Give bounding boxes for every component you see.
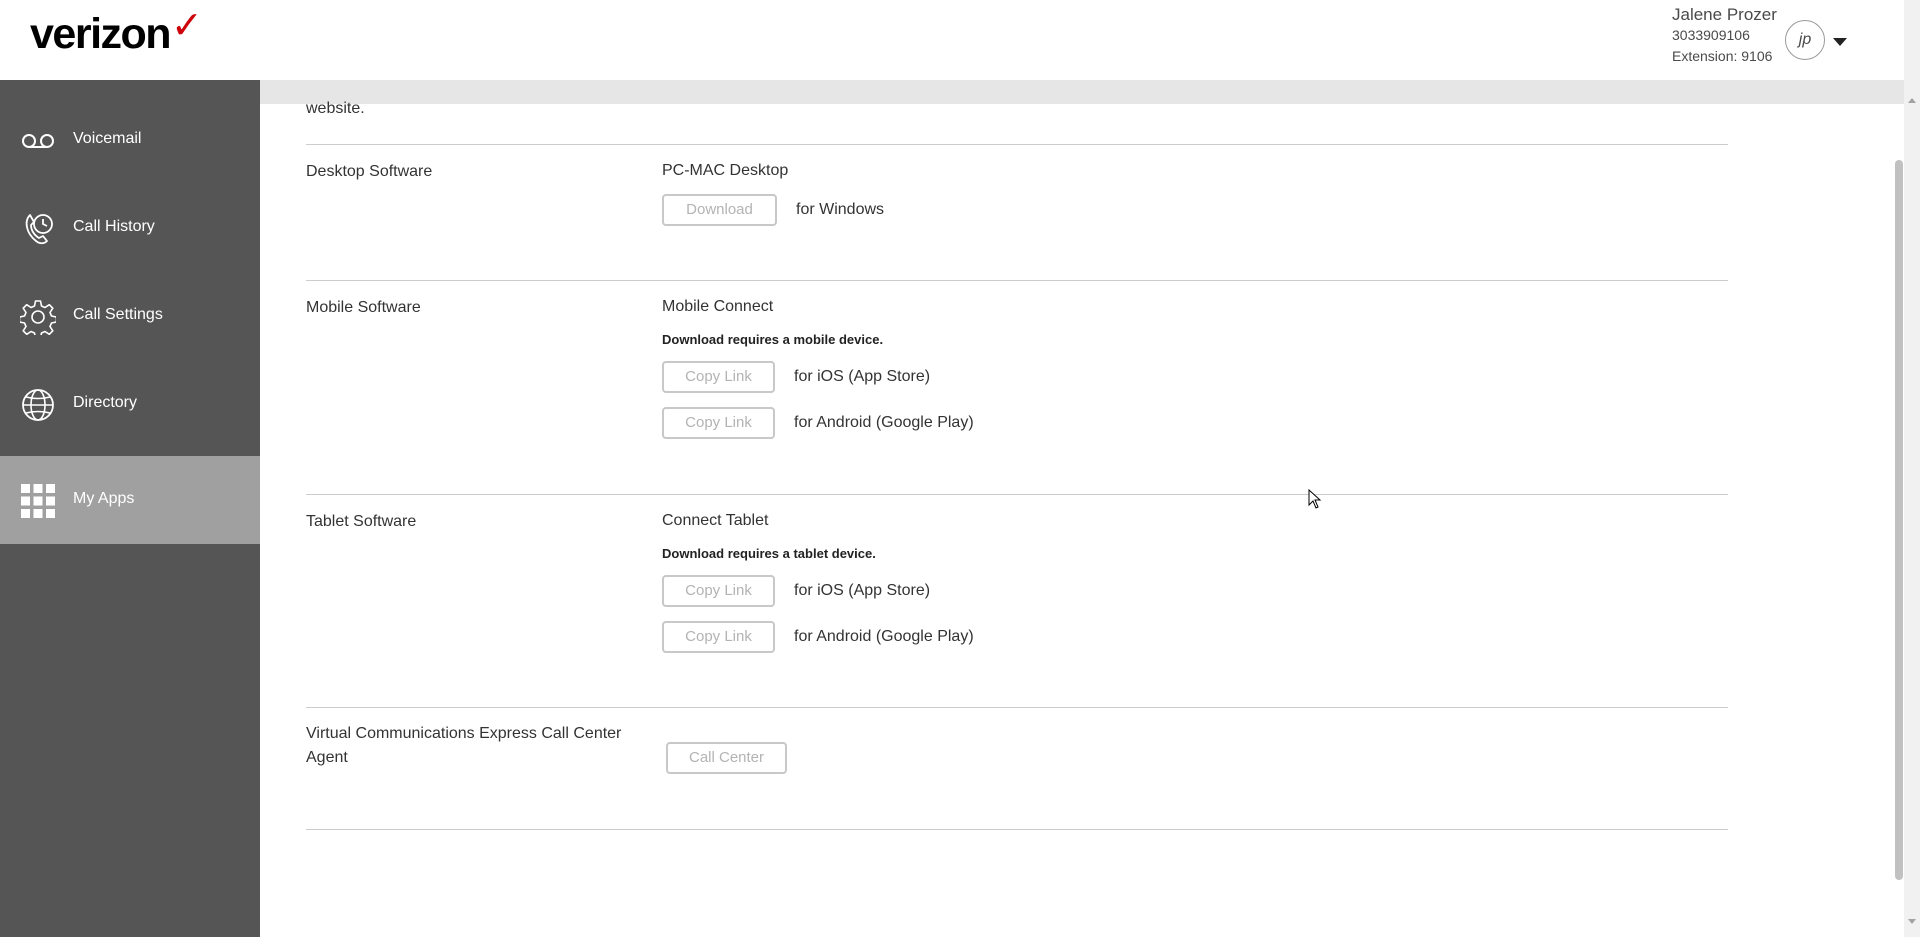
desktop-software-title: Desktop Software	[306, 163, 433, 180]
checkmark-icon: ✓	[171, 5, 203, 47]
sidebar-item-label: Voicemail	[73, 130, 142, 147]
apps-grid-icon	[21, 484, 55, 518]
desktop-download-button[interactable]: Download	[662, 194, 777, 226]
section-divider	[306, 280, 1728, 281]
sidebar-item-call-settings[interactable]: Call Settings	[0, 272, 260, 360]
mobile-product-name: Mobile Connect	[662, 298, 774, 315]
sidebar-item-directory[interactable]: Directory	[0, 360, 260, 448]
tablet-software-title: Tablet Software	[306, 513, 417, 530]
call-center-title: Virtual Communications Express Call Cent…	[306, 725, 622, 766]
sidebar-item-label: Call Settings	[73, 306, 163, 323]
sidebar-item-call-history[interactable]: Call History	[0, 184, 260, 272]
mobile-android-copy-link-button[interactable]: Copy Link	[662, 407, 775, 439]
mouse-pointer-icon	[1308, 489, 1322, 509]
verizon-logo[interactable]: verizon✓	[30, 5, 203, 59]
section-divider	[306, 707, 1728, 708]
content-top-band	[240, 80, 1904, 104]
call-center-button[interactable]: Call Center	[666, 742, 787, 774]
sidebar: Voicemail Call History Call Settings Dir…	[0, 80, 260, 937]
mobile-software-title: Mobile Software	[306, 299, 421, 316]
user-name: Jalene Prozer	[1672, 5, 1777, 24]
sidebar-item-label: Call History	[73, 218, 155, 235]
call-history-icon	[25, 214, 53, 245]
scroll-up-arrow-icon[interactable]	[1908, 98, 1916, 103]
tablet-requirement-note: Download requires a tablet device.	[662, 546, 876, 561]
mobile-android-label: for Android (Google Play)	[794, 414, 974, 431]
sidebar-item-voicemail[interactable]: Voicemail	[0, 96, 260, 184]
voicemail-icon	[22, 134, 54, 148]
tablet-ios-copy-link-button[interactable]: Copy Link	[662, 575, 775, 607]
sidebar-item-my-apps[interactable]: My Apps	[0, 456, 260, 544]
intro-text-tail: website.	[306, 100, 365, 117]
tablet-ios-label: for iOS (App Store)	[794, 582, 931, 599]
tablet-android-copy-link-button[interactable]: Copy Link	[662, 621, 775, 653]
scrollbar-thumb[interactable]	[1895, 160, 1903, 880]
top-header: verizon✓ Jalene Prozer 3033909106 Extens…	[0, 0, 1904, 80]
vertical-scrollbar[interactable]	[1904, 0, 1920, 937]
user-extension: Extension: 9106	[1672, 48, 1773, 64]
user-phone: 3033909106	[1672, 27, 1750, 43]
sidebar-item-label: Directory	[73, 394, 138, 411]
brand-wordmark: verizon	[30, 10, 172, 58]
sidebar-item-label: My Apps	[73, 490, 135, 507]
section-divider	[306, 829, 1728, 830]
mobile-ios-copy-link-button[interactable]: Copy Link	[662, 361, 775, 393]
section-divider	[306, 144, 1728, 145]
section-divider	[306, 494, 1728, 495]
mobile-requirement-note: Download requires a mobile device.	[662, 332, 884, 347]
scroll-down-arrow-icon[interactable]	[1908, 919, 1916, 924]
sidebar-notch	[240, 80, 260, 104]
user-menu-chevron-down-icon[interactable]	[1833, 38, 1847, 46]
desktop-button-suffix: for Windows	[796, 201, 885, 218]
globe-icon	[22, 389, 54, 421]
user-info: Jalene Prozer 3033909106 Extension: 9106	[1672, 5, 1777, 67]
gear-icon	[20, 300, 56, 335]
mobile-ios-label: for iOS (App Store)	[794, 368, 931, 385]
tablet-product-name: Connect Tablet	[662, 512, 769, 529]
avatar[interactable]: jp	[1785, 20, 1825, 60]
desktop-product-name: PC-MAC Desktop	[662, 162, 789, 179]
tablet-android-label: for Android (Google Play)	[794, 628, 974, 645]
